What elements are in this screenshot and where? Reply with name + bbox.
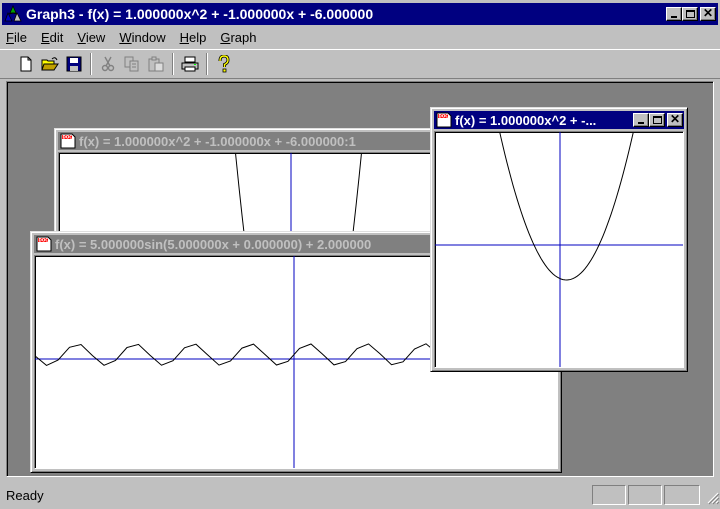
menu-window[interactable]: Window xyxy=(119,30,165,45)
document-icon: DOC xyxy=(436,112,452,128)
status-pane-3 xyxy=(664,485,700,505)
close-button[interactable]: ✕ xyxy=(700,6,716,21)
maximize-icon xyxy=(653,116,662,124)
application-window: Graph3 - f(x) = 1.000000x^2 + -1.000000x… xyxy=(0,0,720,509)
child-close-button[interactable]: ✕ xyxy=(667,112,683,127)
copy-button[interactable] xyxy=(120,53,144,75)
open-button[interactable] xyxy=(38,53,62,75)
svg-text:DOC: DOC xyxy=(439,114,449,119)
status-bar: Ready xyxy=(0,481,720,509)
close-icon: ✕ xyxy=(702,6,714,20)
maximize-icon xyxy=(686,10,695,18)
copy-icon xyxy=(124,56,139,72)
status-pane-2 xyxy=(628,485,662,505)
menu-view[interactable]: View xyxy=(77,30,105,45)
close-icon: ✕ xyxy=(669,112,681,126)
toolbar-separator xyxy=(206,53,208,75)
menu-window-accel: W xyxy=(119,29,132,45)
save-icon xyxy=(66,56,82,72)
help-icon xyxy=(218,55,230,73)
status-pane-1 xyxy=(592,485,626,505)
resize-grip-icon xyxy=(707,492,720,505)
menu-window-label: indow xyxy=(131,29,166,45)
new-icon xyxy=(20,56,32,72)
help-button[interactable] xyxy=(212,53,236,75)
parabola-front-title-bar[interactable]: DOC f(x) = 1.000000x^2 + -... ✕ xyxy=(434,111,684,129)
parabola-front-svg xyxy=(435,132,683,367)
cut-icon xyxy=(101,56,115,72)
menu-help-label: elp xyxy=(188,29,207,45)
menu-view-accel: V xyxy=(77,29,86,45)
menu-help[interactable]: Help xyxy=(180,30,207,45)
menu-edit-label: dit xyxy=(49,29,64,45)
main-title-bar[interactable]: Graph3 - f(x) = 1.000000x^2 + -1.000000x… xyxy=(2,3,718,25)
parabola-front-plot xyxy=(434,131,684,368)
print-icon xyxy=(181,56,199,72)
svg-text:DOC: DOC xyxy=(63,135,73,140)
open-icon xyxy=(41,57,59,71)
parabola-window-front[interactable]: DOC f(x) = 1.000000x^2 + -... ✕ xyxy=(430,107,688,372)
graph-app-icon xyxy=(4,5,22,22)
child-maximize-button[interactable] xyxy=(649,113,665,127)
toolbar-separator xyxy=(90,53,92,75)
menu-file-label: ile xyxy=(13,29,27,45)
menu-edit-accel: E xyxy=(40,29,50,45)
status-text: Ready xyxy=(6,487,44,503)
parabola-front-title: f(x) = 1.000000x^2 + -... xyxy=(455,112,597,128)
menu-graph-label: raph xyxy=(230,29,257,45)
parabola-back-title: f(x) = 1.000000x^2 + -1.000000x + -6.000… xyxy=(79,133,356,149)
save-button[interactable] xyxy=(62,53,86,75)
menu-file[interactable]: File xyxy=(6,30,27,45)
toolbar-separator xyxy=(172,53,174,75)
maximize-button[interactable] xyxy=(682,7,698,21)
resize-grip[interactable] xyxy=(702,485,720,505)
document-icon: DOC xyxy=(60,133,76,149)
parabola-back-title-bar[interactable]: DOC f(x) = 1.000000x^2 + -1.000000x + -6… xyxy=(58,132,470,150)
menu-graph-accel: G xyxy=(220,29,231,45)
minimize-icon xyxy=(638,122,644,124)
paste-icon xyxy=(148,56,164,72)
menu-edit[interactable]: Edit xyxy=(41,30,63,45)
main-title-text: Graph3 - f(x) = 1.000000x^2 + -1.000000x… xyxy=(26,6,374,22)
menu-view-label: iew xyxy=(85,29,106,45)
print-button[interactable] xyxy=(178,53,202,75)
menu-help-accel: H xyxy=(179,29,189,45)
document-icon: DOC xyxy=(36,236,52,252)
menu-graph[interactable]: Graph xyxy=(220,30,256,45)
mdi-client-area: DOC f(x) = 1.000000x^2 + -1.000000x + -6… xyxy=(6,81,714,477)
new-button[interactable] xyxy=(14,53,38,75)
cut-button[interactable] xyxy=(96,53,120,75)
minimize-icon xyxy=(671,16,677,18)
minimize-button[interactable] xyxy=(666,7,682,21)
child-minimize-button[interactable] xyxy=(633,113,649,127)
menu-file-accel: F xyxy=(6,29,14,45)
svg-text:DOC: DOC xyxy=(39,238,49,243)
paste-button[interactable] xyxy=(144,53,168,75)
toolbar xyxy=(0,49,720,79)
menu-bar: File Edit View Window Help Graph xyxy=(0,26,720,48)
